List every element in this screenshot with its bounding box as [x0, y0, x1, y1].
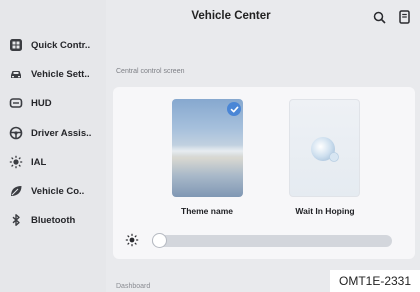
hud-icon — [8, 95, 24, 111]
steering-wheel-icon — [8, 125, 24, 141]
search-button[interactable] — [371, 9, 387, 25]
figure-code: OMT1E-2331 — [330, 270, 420, 292]
search-icon — [373, 11, 386, 24]
section-label-central-screen: Central control screen — [116, 68, 185, 75]
sidebar: Quick Contr.. Vehicle Sett.. HUD Driver … — [0, 0, 106, 292]
section-label-dashboard: Dashboard — [116, 283, 151, 290]
sidebar-item-quick-control[interactable]: Quick Contr.. — [8, 35, 106, 55]
sidebar-item-bluetooth[interactable]: Bluetooth — [8, 210, 106, 230]
car-icon — [8, 66, 24, 82]
sidebar-item-label: Vehicle Sett.. — [31, 68, 90, 80]
quick-control-icon — [8, 37, 24, 53]
brightness-slider[interactable] — [152, 235, 392, 247]
sidebar-item-label: Bluetooth — [31, 214, 76, 226]
theme-thumbnail-wait[interactable] — [289, 99, 360, 197]
sidebar-item-vehicle-settings[interactable]: Vehicle Sett.. — [8, 64, 106, 84]
sidebar-item-hud[interactable]: HUD — [8, 93, 106, 113]
sidebar-item-label: Quick Contr.. — [31, 39, 91, 51]
leaf-icon — [8, 183, 24, 199]
sidebar-item-label: Vehicle Co.. — [31, 185, 85, 197]
sky-haze — [172, 145, 243, 157]
document-icon — [398, 10, 410, 24]
bluetooth-icon — [8, 212, 24, 228]
check-icon — [227, 102, 241, 116]
page-title: Vehicle Center — [191, 10, 271, 22]
sidebar-item-driver-assist[interactable]: Driver Assis.. — [8, 123, 106, 143]
orb-icon — [311, 137, 339, 162]
sidebar-item-vehicle-control[interactable]: Vehicle Co.. — [8, 181, 106, 201]
brightness-icon — [125, 233, 139, 247]
light-icon — [8, 154, 24, 170]
theme-caption-selected: Theme name — [181, 206, 233, 216]
sidebar-item-label: Driver Assis.. — [31, 127, 92, 139]
vehicle-center-screen: Quick Contr.. Vehicle Sett.. HUD Driver … — [0, 0, 420, 292]
brightness-slider-handle[interactable] — [152, 233, 167, 248]
sidebar-item-label: HUD — [31, 97, 52, 109]
sidebar-item-ial[interactable]: IAL — [8, 152, 106, 172]
manual-button[interactable] — [396, 9, 412, 25]
theme-caption-wait: Wait In Hoping — [295, 206, 355, 216]
sidebar-item-label: IAL — [31, 156, 47, 168]
